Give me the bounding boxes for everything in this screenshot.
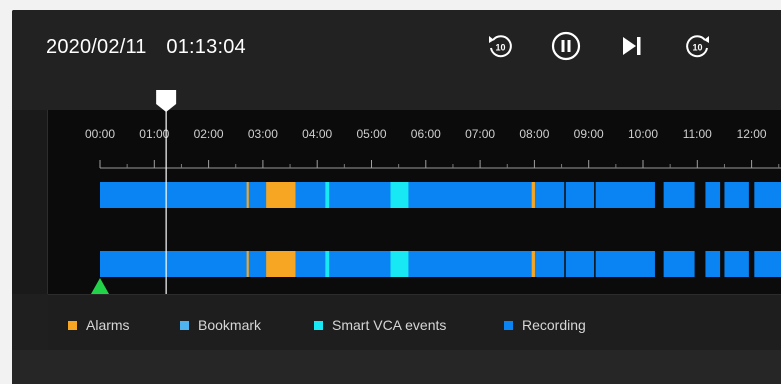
legend-label: Alarms — [86, 317, 130, 333]
forward-10-icon: 10 — [686, 35, 709, 58]
bottom-strip — [12, 350, 781, 384]
tick-label: 11:00 — [683, 127, 712, 141]
tick-label: 01:00 — [139, 127, 169, 141]
tick-label: 09:00 — [574, 127, 604, 141]
skip-next-button[interactable] — [614, 28, 650, 64]
svg-text:10: 10 — [495, 43, 505, 53]
segment-divider — [594, 182, 596, 208]
legend-smart-vca: Smart VCA events — [314, 317, 446, 333]
playback-panel: 2020/02/11 01:13:04 10 10 00:00 01:00 02… — [12, 10, 781, 384]
tick-label: 04:00 — [302, 127, 332, 141]
tick-label: 10:00 — [628, 127, 658, 141]
alarm-event-mark[interactable] — [266, 251, 296, 277]
legend-label: Smart VCA events — [332, 317, 447, 333]
recording-segment[interactable] — [705, 182, 721, 208]
skip-next-icon — [623, 37, 641, 55]
segment-divider — [564, 251, 566, 277]
timeline-area[interactable]: 00:00 01:00 02:00 03:00 04:00 05:00 06:00 07:00… — [12, 90, 781, 294]
current-time: 01:13:04 — [166, 36, 246, 58]
alarm-swatch — [68, 320, 77, 330]
tick-label: 12:00 — [737, 127, 767, 141]
alarm-event-mark[interactable] — [531, 251, 535, 277]
svg-text:10: 10 — [692, 43, 702, 53]
current-date: 2020/02/11 — [46, 36, 147, 58]
legend-bookmark: Bookmark — [180, 317, 261, 333]
tick-label: 06:00 — [411, 127, 441, 141]
legend-alarms: Alarms — [68, 317, 130, 333]
recording-segment[interactable] — [724, 251, 749, 277]
vca-event-mark[interactable] — [325, 182, 330, 208]
legend-label: Bookmark — [198, 317, 262, 333]
start-marker[interactable] — [91, 278, 109, 294]
tick-label: 02:00 — [194, 127, 224, 141]
recording-segment[interactable] — [754, 251, 781, 277]
alarm-event-mark[interactable] — [531, 182, 535, 208]
playback-header: 2020/02/11 01:13:04 10 10 — [12, 10, 781, 110]
segment-divider — [594, 251, 596, 277]
alarm-event-mark[interactable] — [246, 251, 249, 277]
tick-label: 08:00 — [519, 127, 549, 141]
vca-event-mark[interactable] — [390, 182, 409, 208]
segment-divider — [564, 182, 566, 208]
vca-swatch — [314, 320, 323, 330]
tick-label: 07:00 — [465, 127, 495, 141]
tick-label: 05:00 — [356, 127, 386, 141]
recording-segment[interactable] — [754, 182, 781, 208]
timeline-canvas[interactable]: 00:00 01:00 02:00 03:00 04:00 05:00 06:00 07:00… — [12, 90, 781, 294]
tick-label: 00:00 — [85, 127, 115, 141]
legend-bar: Alarms Bookmark Smart VCA events Recordi… — [48, 294, 781, 350]
rewind-10-icon: 10 — [489, 35, 512, 58]
recording-segment[interactable] — [705, 251, 721, 277]
pause-icon — [551, 31, 581, 61]
pause-button[interactable] — [548, 28, 584, 64]
tick-label: 03:00 — [248, 127, 278, 141]
recording-segment[interactable] — [663, 182, 695, 208]
vca-event-mark[interactable] — [325, 251, 330, 277]
legend-recording: Recording — [504, 317, 586, 333]
recording-segment[interactable] — [724, 182, 749, 208]
alarm-event-mark[interactable] — [246, 182, 249, 208]
vca-event-mark[interactable] — [390, 251, 409, 277]
legend-label: Recording — [522, 317, 586, 333]
recording-segment[interactable] — [100, 182, 655, 208]
recording-segment[interactable] — [100, 251, 655, 277]
rewind-10-button[interactable]: 10 — [482, 28, 518, 64]
current-datetime: 2020/02/11 01:13:04 — [46, 36, 246, 59]
recording-swatch — [504, 320, 513, 330]
recording-segment[interactable] — [663, 251, 695, 277]
alarm-event-mark[interactable] — [266, 182, 296, 208]
forward-10-button[interactable]: 10 — [680, 28, 716, 64]
bookmark-swatch — [180, 320, 189, 330]
